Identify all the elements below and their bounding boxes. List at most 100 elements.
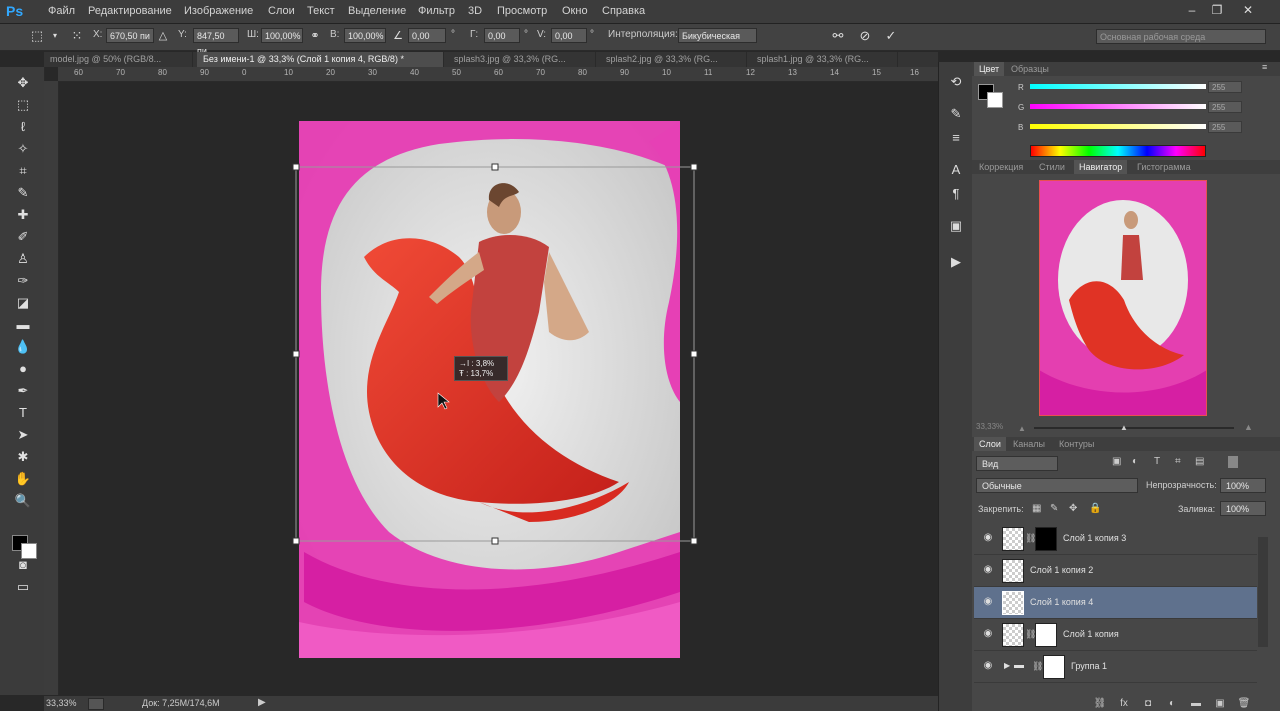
visibility-eye-icon[interactable]: ◉ (982, 596, 994, 608)
character-panel-icon[interactable]: A (946, 160, 966, 180)
cancel-transform-icon[interactable]: ⊘ (856, 27, 874, 45)
interpolation-select[interactable]: Бикубическая (678, 28, 757, 43)
minimize-icon[interactable]: – (1182, 2, 1202, 18)
fill-field[interactable]: 100% (1220, 501, 1266, 516)
move-tool-icon[interactable]: ✥ (12, 73, 34, 93)
r-slider[interactable] (1030, 84, 1206, 89)
menu-image[interactable]: Изображение (184, 0, 253, 23)
maximize-icon[interactable]: ❐ (1207, 2, 1227, 18)
lock-position-icon[interactable]: ✥ (1069, 503, 1077, 514)
panel-menu-icon[interactable]: ≡ (1262, 62, 1267, 72)
layer-row-selected[interactable]: ◉ Слой 1 копия 4 (974, 587, 1257, 619)
y-field[interactable]: 847,50 пи (193, 28, 239, 56)
paragraph-panel-icon[interactable]: ¶ (946, 184, 966, 204)
visibility-eye-icon[interactable]: ◉ (982, 532, 994, 544)
layer-filter-select[interactable]: Вид (976, 456, 1058, 471)
lock-all-icon[interactable]: 🔒 (1089, 503, 1101, 514)
tab-splash3[interactable]: splash3.jpg @ 33,3% (RG... (448, 52, 596, 67)
height-field[interactable]: 100,00% (344, 28, 386, 43)
tab-color[interactable]: Цвет (974, 62, 1005, 76)
menu-file[interactable]: Файл (48, 0, 75, 23)
hand-tool-icon[interactable]: ✋ (12, 469, 34, 489)
layer-row[interactable]: ◉ ⛓ Слой 1 копия 3 (974, 523, 1257, 555)
tab-swatches[interactable]: Образцы (1006, 62, 1054, 76)
zoom-out-icon[interactable]: ▲ (1018, 424, 1026, 433)
dodge-tool-icon[interactable]: ● (12, 359, 34, 379)
menu-help[interactable]: Справка (602, 0, 645, 23)
lock-pixels-icon[interactable]: ✎ (1050, 503, 1058, 514)
shape-tool-icon[interactable]: ✱ (12, 447, 34, 467)
tab-navigator[interactable]: Навигатор (1074, 160, 1128, 174)
tab-splash1[interactable]: splash1.jpg @ 33,3% (RG... (751, 52, 898, 67)
menu-type[interactable]: Текст (307, 0, 335, 23)
r-value[interactable]: 255 (1208, 81, 1242, 93)
add-mask-icon[interactable]: ◘ (1141, 698, 1155, 710)
status-menu-arrow-icon[interactable]: ▶ (258, 697, 266, 708)
zoom-level[interactable]: 33,33% (46, 698, 77, 708)
transform-tool-icon[interactable]: ⬚ (28, 27, 46, 45)
screen-mode-icon[interactable]: ▭ (12, 577, 34, 597)
zoom-in-icon[interactable]: ▲ (1244, 422, 1253, 432)
tab-untitled[interactable]: Без имени-1 @ 33,3% (Слой 1 копия 4, RGB… (197, 52, 444, 67)
document-canvas[interactable] (59, 82, 938, 695)
layer-mask-thumbnail[interactable] (1035, 623, 1057, 647)
g-slider[interactable] (1030, 104, 1206, 109)
history-brush-tool-icon[interactable]: ✑ (12, 271, 34, 291)
healing-brush-tool-icon[interactable]: ✚ (12, 205, 34, 225)
crop-tool-icon[interactable]: ⌗ (12, 161, 34, 181)
menu-window[interactable]: Окно (562, 0, 588, 23)
x-field[interactable]: 670,50 пи (106, 28, 154, 43)
history-panel-icon[interactable]: ⟲ (946, 72, 966, 92)
quick-mask-icon[interactable]: ◙ (12, 555, 34, 575)
chain-link-icon[interactable]: ⛓ (1032, 661, 1043, 672)
b-slider[interactable] (1030, 124, 1206, 129)
layer-mask-thumbnail[interactable] (1035, 527, 1057, 551)
visibility-eye-icon[interactable]: ◉ (982, 628, 994, 640)
pen-tool-icon[interactable]: ✒ (12, 381, 34, 401)
lock-transparency-icon[interactable]: ▦ (1032, 503, 1041, 514)
navigator-preview[interactable] (1039, 180, 1207, 416)
filter-type-icon[interactable]: T (1154, 456, 1160, 467)
tab-adjustments[interactable]: Коррекция (974, 160, 1028, 174)
ruler-horizontal[interactable]: 60 70 80 90 0 10 20 30 40 50 60 70 80 90… (58, 67, 938, 82)
visibility-eye-icon[interactable]: ◉ (982, 660, 994, 672)
menu-view[interactable]: Просмотр (497, 0, 547, 23)
expand-arrow-icon[interactable]: ▶ (1004, 661, 1010, 670)
marquee-tool-icon[interactable]: ⬚ (12, 95, 34, 115)
layer-row[interactable]: ◉ Слой 1 копия 2 (974, 555, 1257, 587)
zoom-tool-icon[interactable]: 🔍 (12, 491, 34, 511)
angle-field[interactable]: 0,00 (408, 28, 446, 43)
eyedropper-tool-icon[interactable]: ✎ (12, 183, 34, 203)
opacity-field[interactable]: 100% (1220, 478, 1266, 493)
actions-play-icon[interactable]: ▶ (946, 252, 966, 272)
navigator-zoom-slider[interactable] (1034, 427, 1234, 429)
delta-icon[interactable]: △ (154, 27, 172, 45)
tab-histogram[interactable]: Гистограмма (1132, 160, 1196, 174)
gradient-tool-icon[interactable]: ▬ (12, 315, 34, 335)
delete-layer-icon[interactable]: 🗑 (1237, 698, 1251, 710)
blend-mode-select[interactable]: Обычные (976, 478, 1138, 493)
layer-style-icon[interactable]: fx (1117, 698, 1131, 710)
status-icon[interactable] (88, 698, 104, 710)
tab-model[interactable]: model.jpg @ 50% (RGB/8... (44, 52, 193, 67)
link-icon[interactable]: ⚭ (306, 27, 324, 45)
filter-shape-icon[interactable]: ⌗ (1175, 456, 1181, 467)
brush-tool-icon[interactable]: ✐ (12, 227, 34, 247)
filter-pixel-icon[interactable]: ▣ (1112, 456, 1121, 467)
layer-row[interactable]: ◉ ⛓ Слой 1 копия (974, 619, 1257, 651)
visibility-eye-icon[interactable]: ◉ (982, 564, 994, 576)
zoom-slider-thumb[interactable]: ▲ (1120, 423, 1128, 432)
hskew-field[interactable]: 0,00 (484, 28, 520, 43)
tab-paths[interactable]: Контуры (1054, 437, 1099, 451)
adjustment-layer-icon[interactable]: ◐ (1165, 698, 1179, 710)
layers-scrollbar[interactable] (1258, 537, 1268, 647)
menu-layers[interactable]: Слои (268, 0, 295, 23)
tab-channels[interactable]: Каналы (1008, 437, 1050, 451)
menu-edit[interactable]: Редактирование (88, 0, 172, 23)
filter-smart-icon[interactable]: ▤ (1195, 456, 1204, 467)
brush-presets-icon[interactable]: ✎ (946, 104, 966, 124)
commit-transform-icon[interactable]: ✓ (882, 27, 900, 45)
path-selection-tool-icon[interactable]: ➤ (12, 425, 34, 445)
new-group-icon[interactable]: ▬ (1189, 698, 1203, 710)
lasso-tool-icon[interactable]: ℓ (12, 117, 34, 137)
